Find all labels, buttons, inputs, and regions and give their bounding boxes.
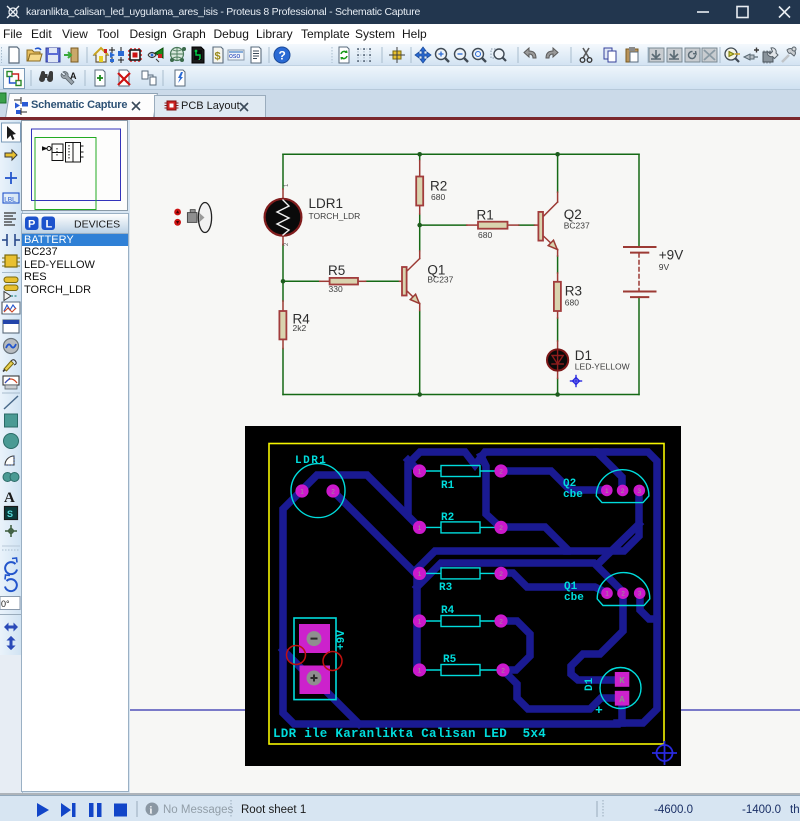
svg-text:BC237: BC237 bbox=[564, 221, 590, 231]
svg-text:R5: R5 bbox=[443, 654, 457, 666]
svg-text:1: 1 bbox=[418, 668, 422, 675]
svg-text:2: 2 bbox=[621, 488, 625, 495]
svg-text:LED-YELLOW: LED-YELLOW bbox=[575, 362, 630, 372]
svg-text:L: L bbox=[46, 219, 53, 231]
svg-text:A: A bbox=[70, 71, 77, 81]
svg-text:R3: R3 bbox=[439, 582, 453, 594]
svg-text:2: 2 bbox=[499, 571, 503, 578]
svg-text:1: 1 bbox=[605, 591, 609, 598]
svg-text:2: 2 bbox=[499, 469, 503, 476]
svg-text:R1: R1 bbox=[477, 208, 494, 223]
svg-text:th: th bbox=[790, 804, 800, 816]
svg-text:+9V: +9V bbox=[659, 248, 683, 263]
svg-text:LDR1: LDR1 bbox=[295, 455, 327, 467]
svg-text:No Messages: No Messages bbox=[163, 804, 234, 816]
svg-text:2: 2 bbox=[501, 668, 505, 675]
svg-text:LBL: LBL bbox=[4, 197, 16, 204]
svg-text:R2: R2 bbox=[441, 512, 454, 524]
svg-text:i: i bbox=[150, 806, 153, 817]
svg-text:TORCH_LDR: TORCH_LDR bbox=[309, 211, 361, 221]
svg-text:+9V: +9V bbox=[336, 630, 348, 650]
svg-text:1: 1 bbox=[418, 525, 422, 532]
svg-text:D1: D1 bbox=[584, 677, 596, 691]
svg-text:680: 680 bbox=[431, 192, 445, 202]
svg-text:2k2: 2k2 bbox=[293, 323, 307, 333]
svg-text:3: 3 bbox=[637, 488, 641, 495]
svg-text:R4: R4 bbox=[441, 605, 455, 617]
svg-text:cbe: cbe bbox=[563, 489, 583, 501]
svg-text:oso: oso bbox=[229, 53, 240, 60]
svg-text:S: S bbox=[7, 509, 13, 519]
svg-text:-4600.0: -4600.0 bbox=[654, 804, 693, 816]
svg-text:?: ? bbox=[279, 49, 286, 63]
svg-text:LDR ile Karanlikta Calisan LED: LDR ile Karanlikta Calisan LED 5x4 bbox=[273, 727, 546, 741]
svg-text:2: 2 bbox=[621, 591, 625, 598]
svg-text:R1: R1 bbox=[441, 480, 455, 492]
svg-text:BC237: BC237 bbox=[427, 275, 453, 285]
svg-text:1: 1 bbox=[418, 469, 422, 476]
svg-text:2: 2 bbox=[499, 525, 503, 532]
svg-text:3: 3 bbox=[638, 591, 642, 598]
svg-text:1: 1 bbox=[300, 489, 304, 496]
svg-text:1: 1 bbox=[418, 571, 422, 578]
svg-text:LDR1: LDR1 bbox=[309, 196, 344, 211]
svg-text:-1400.0: -1400.0 bbox=[742, 804, 781, 816]
svg-text:1: 1 bbox=[284, 183, 290, 187]
svg-text:cbe: cbe bbox=[564, 592, 584, 604]
svg-text:R5: R5 bbox=[328, 263, 345, 278]
svg-text:Root sheet 1: Root sheet 1 bbox=[241, 804, 306, 816]
svg-text:1: 1 bbox=[418, 619, 422, 626]
svg-text:R3: R3 bbox=[565, 284, 582, 299]
svg-text:+: + bbox=[595, 703, 603, 718]
svg-text:2: 2 bbox=[284, 242, 290, 246]
svg-text:680: 680 bbox=[565, 298, 579, 308]
svg-text:2: 2 bbox=[331, 489, 335, 496]
svg-text:9V: 9V bbox=[659, 262, 670, 272]
svg-text:A: A bbox=[619, 695, 625, 705]
svg-text:330: 330 bbox=[329, 284, 343, 294]
svg-text:2: 2 bbox=[499, 619, 503, 626]
svg-text:1: 1 bbox=[605, 488, 609, 495]
svg-text:0°: 0° bbox=[1, 599, 10, 609]
svg-text:$: $ bbox=[215, 51, 221, 63]
svg-text:A: A bbox=[4, 490, 15, 506]
svg-text:680: 680 bbox=[478, 230, 492, 240]
svg-text:DEVICES: DEVICES bbox=[74, 219, 120, 231]
svg-text:P: P bbox=[28, 219, 35, 231]
svg-text:K: K bbox=[619, 676, 625, 686]
